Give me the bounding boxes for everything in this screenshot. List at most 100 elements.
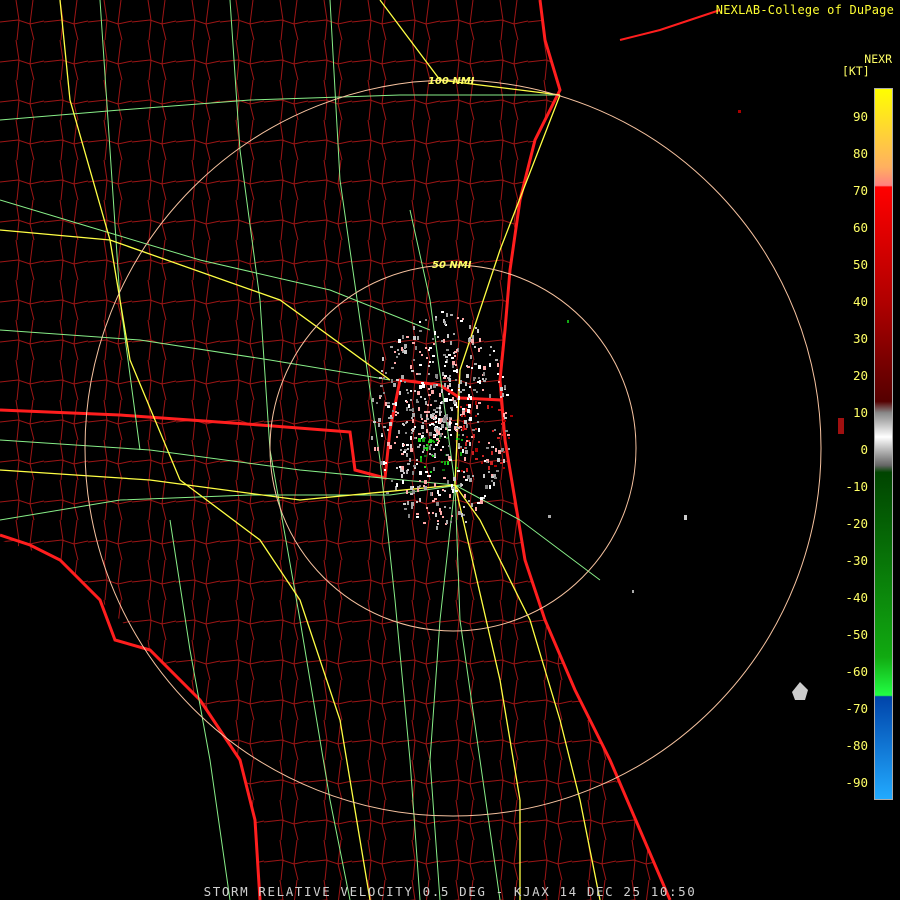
echo-pixel xyxy=(396,379,399,381)
legend-tick: -40 xyxy=(845,590,868,605)
echo-pixel xyxy=(477,381,479,383)
echo-pixel xyxy=(464,457,466,461)
echo-pixel xyxy=(469,442,471,446)
echo-pixel xyxy=(456,349,458,351)
echo-pixel xyxy=(374,447,376,451)
echo-pixel xyxy=(407,463,410,465)
echo-pixel xyxy=(390,346,393,348)
echo-pixel xyxy=(501,423,503,425)
echo-pixel xyxy=(451,515,453,517)
echo-pixel xyxy=(471,339,474,343)
echo-pixel xyxy=(387,402,390,404)
echo-pixel xyxy=(445,428,447,430)
echo-pixel xyxy=(466,424,468,428)
echo-pixel xyxy=(417,486,420,488)
echo-pixel xyxy=(446,313,448,317)
echo-pixel xyxy=(413,465,416,467)
echo-pixel xyxy=(396,356,398,358)
echo-pixel xyxy=(443,377,446,379)
echo-pixel xyxy=(454,426,456,430)
echo-pixel xyxy=(414,426,416,428)
echo-pixel xyxy=(453,352,455,354)
echo-pixel xyxy=(439,407,441,409)
echo-pixel xyxy=(486,461,488,463)
echo-pixel xyxy=(410,365,412,369)
echo-pixel xyxy=(371,436,373,440)
echo-pixel xyxy=(488,466,490,470)
echo-pixel xyxy=(458,396,460,400)
echo-pixel xyxy=(397,412,399,414)
echo-pixel xyxy=(448,354,451,356)
echo-pixel xyxy=(502,434,504,436)
echo-pixel xyxy=(458,438,460,440)
echo-pixel xyxy=(469,386,471,388)
echo-pixel xyxy=(435,316,437,318)
echo-pixel xyxy=(478,428,480,432)
echo-pixel xyxy=(428,512,430,514)
echo-pixel xyxy=(448,393,450,395)
echo-pixel xyxy=(478,377,480,379)
echo-pixel xyxy=(503,420,506,422)
echo-pixel xyxy=(463,476,465,478)
echo-pixel xyxy=(475,448,478,452)
legend-tick: 50 xyxy=(852,257,868,272)
echo-pixel xyxy=(429,453,431,455)
echo-pixel xyxy=(406,421,408,423)
echo-pixel xyxy=(485,485,488,489)
echo-pixel xyxy=(446,349,449,351)
echo-pixel xyxy=(449,494,451,498)
echo-pixel xyxy=(391,367,394,369)
echo-pixel xyxy=(432,500,435,502)
echo-pixel xyxy=(465,382,467,386)
echo-pixel xyxy=(436,526,438,530)
echo-pixel xyxy=(411,370,414,372)
echo-pixel xyxy=(391,480,393,482)
echo-pixel xyxy=(409,458,411,462)
echo-pixel xyxy=(425,347,427,349)
echo-pixel xyxy=(484,460,486,462)
echo-pixel xyxy=(491,480,493,482)
echo-pixel xyxy=(406,444,409,446)
echo-pixel xyxy=(503,413,505,417)
echo-pixel xyxy=(378,423,380,427)
echo-pixel xyxy=(386,492,389,494)
echo-pixel xyxy=(489,363,491,367)
echo-pixel xyxy=(447,334,449,338)
echo-pixel xyxy=(383,377,385,379)
echo-pixel xyxy=(426,507,428,509)
echo-pixel xyxy=(443,477,446,479)
echo-pixel xyxy=(435,513,437,517)
echo-pixel xyxy=(453,370,456,372)
echo-pixel xyxy=(426,444,428,446)
echo-pixel xyxy=(483,474,485,478)
echo-pixel xyxy=(389,445,392,449)
echo-pixel xyxy=(423,485,425,487)
echo-pixel xyxy=(463,471,465,473)
echo-pixel xyxy=(404,449,407,451)
echo-pixel xyxy=(428,394,431,396)
echo-pixel xyxy=(461,439,463,441)
echo-pixel xyxy=(463,506,465,508)
echo-pixel xyxy=(465,521,467,523)
echo-pixel xyxy=(449,375,451,377)
echo-pixel xyxy=(434,418,436,420)
echo-pixel xyxy=(502,376,504,378)
echo-pixel xyxy=(440,449,442,451)
echo-pixel xyxy=(414,437,416,439)
echo-pixel xyxy=(432,417,434,419)
echo-pixel xyxy=(403,451,406,453)
echo-pixel xyxy=(497,373,499,375)
echo-pixel xyxy=(433,467,435,471)
echo-pixel xyxy=(404,508,407,510)
echo-pixel xyxy=(478,402,481,404)
echo-pixel xyxy=(462,389,465,391)
legend-tick: 90 xyxy=(852,109,868,124)
echo-pixel xyxy=(421,418,423,420)
echo-pixel xyxy=(446,520,448,524)
echo-pixel xyxy=(453,333,455,335)
echo-pixel xyxy=(449,421,451,425)
echo-pixel xyxy=(481,462,483,464)
echo-pixel xyxy=(440,428,442,430)
echo-pixel xyxy=(416,516,419,518)
echo-pixel xyxy=(389,422,392,426)
